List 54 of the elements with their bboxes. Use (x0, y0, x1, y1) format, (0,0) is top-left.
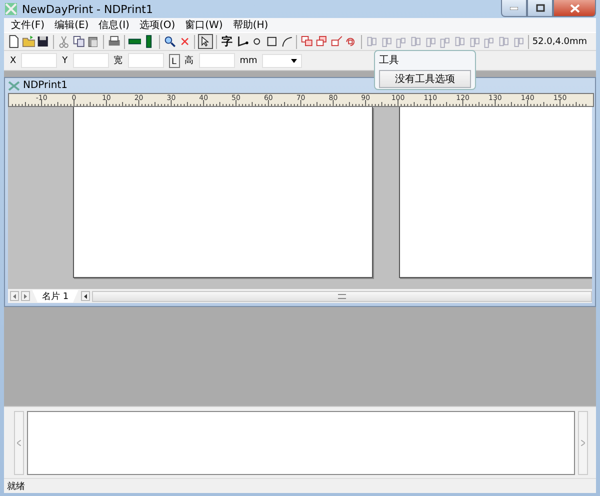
input-field[interactable] (198, 53, 235, 68)
field-label: 高 (184, 54, 194, 67)
minimize-button[interactable] (501, 0, 527, 17)
scissors-icon[interactable] (56, 34, 71, 49)
menu-item[interactable]: 文件(F) (8, 18, 48, 32)
layers-icon[interactable] (300, 34, 314, 49)
minimize-icon (510, 6, 518, 10)
app-icon (4, 2, 18, 16)
square-arrow-icon[interactable] (330, 34, 344, 49)
clipboard-icon[interactable] (86, 34, 100, 49)
menu-item[interactable]: 窗口(W) (182, 18, 226, 32)
sheet-tab[interactable]: 名片 1 (32, 290, 79, 302)
left-arrow-icon (84, 294, 87, 298)
rectangle-icon[interactable] (264, 34, 279, 49)
close-icon (570, 4, 580, 12)
copy-icon[interactable] (72, 34, 86, 49)
cursor-icon (200, 36, 210, 47)
input-field[interactable] (21, 53, 58, 68)
right-chevron-icon (581, 440, 585, 446)
close-button[interactable] (553, 0, 596, 17)
lock-ratio-button[interactable]: L (168, 54, 180, 68)
polyline-icon[interactable] (236, 34, 250, 49)
window-title: NewDayPrint - NDPrint1 (22, 2, 154, 16)
arc-icon[interactable] (280, 34, 294, 49)
scroll-left-button[interactable] (80, 291, 90, 301)
caret-icon (291, 58, 298, 62)
magnifier-icon[interactable] (162, 34, 176, 49)
input-field[interactable] (72, 53, 109, 68)
folder-icon[interactable] (22, 34, 36, 49)
maximize-button[interactable] (527, 0, 553, 17)
left-arrow-icon (13, 294, 16, 298)
horizontal-scrollbar[interactable] (92, 290, 592, 302)
status-text: 就绪 (7, 480, 25, 492)
menu-item[interactable]: 信息(I) (96, 18, 132, 32)
maximize-icon (536, 4, 544, 12)
cursor-coordinates: 52.0,4.0mm (532, 36, 588, 46)
field-label: Y (62, 56, 68, 66)
menu-item[interactable]: 编辑(E) (52, 18, 92, 32)
no-tool-options-button[interactable]: 没有工具选项 (379, 70, 471, 88)
unit-dropdown[interactable] (262, 54, 302, 68)
field-label: 宽 (114, 54, 123, 67)
field-label: mm (240, 56, 258, 66)
popup-title: 工具 (379, 54, 400, 67)
field-label: X (10, 56, 16, 66)
text-tool-button[interactable]: 字 (220, 34, 235, 49)
document-title: NDPrint1 (23, 80, 68, 91)
scroll-right-button[interactable] (21, 291, 30, 301)
menu-item[interactable]: 选项(O) (136, 18, 178, 32)
left-chevron-icon (17, 440, 21, 446)
input-field[interactable] (128, 53, 164, 68)
right-arrow-icon (24, 294, 27, 298)
menu-item[interactable]: 帮助(H) (230, 18, 272, 32)
pointer-tool-button[interactable] (198, 34, 213, 49)
layers-icon[interactable] (314, 34, 329, 49)
